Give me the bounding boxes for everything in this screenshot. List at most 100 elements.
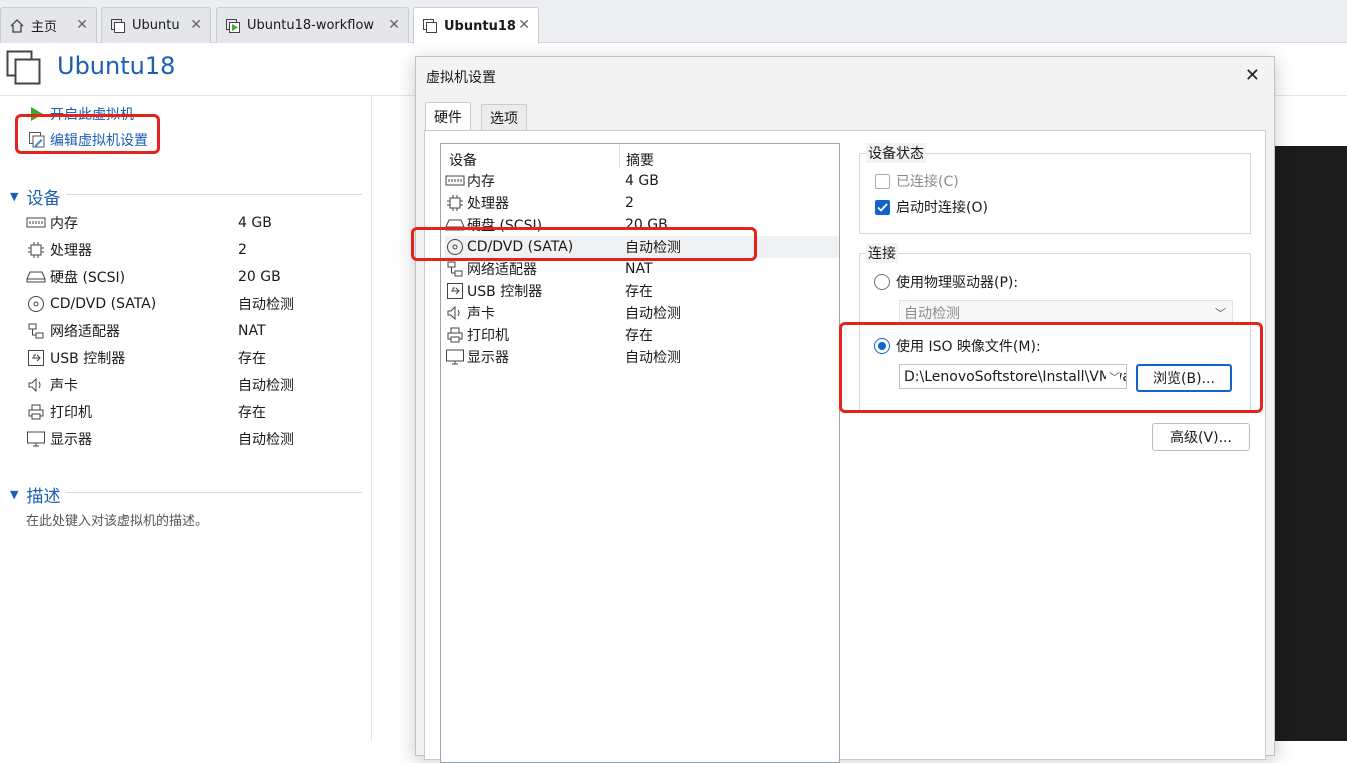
vm-settings-dialog: 虚拟机设置 ✕ 硬件 选项 设备 摘要 内存 4 GB 处理器 2 硬盘 (SC… (411, 56, 1275, 763)
device-row-sound[interactable]: 声卡 自动检测 (26, 371, 366, 398)
device-name: 网络适配器 (50, 323, 120, 340)
device-row-processor[interactable]: 处理器 2 (26, 236, 366, 263)
harddisk-icon (26, 268, 46, 286)
printer-icon (445, 326, 465, 344)
description-placeholder[interactable]: 在此处键入对该虚拟机的描述。 (26, 510, 208, 529)
hardware-row-sound[interactable]: 声卡 自动检测 (445, 302, 839, 324)
close-icon[interactable]: ✕ (1245, 65, 1260, 86)
column-divider (619, 144, 620, 168)
device-value: 2 (238, 241, 247, 258)
highlight-annotation (15, 114, 160, 154)
tab-bar: 主页 ✕ Ubuntu ✕ Ubuntu18-workflow ✕ Ubuntu… (0, 0, 1347, 44)
hardware-name: 网络适配器 (467, 262, 537, 278)
hardware-row-memory[interactable]: 内存 4 GB (445, 170, 839, 192)
monitor-icon (445, 348, 465, 366)
device-value: 自动检测 (238, 296, 294, 313)
hardware-summary: 存在 (625, 284, 653, 300)
device-value: 存在 (238, 404, 266, 421)
close-icon[interactable]: ✕ (76, 17, 88, 33)
device-value: 4 GB (238, 214, 272, 231)
tab-hardware[interactable]: 硬件 (425, 102, 471, 130)
device-value: 自动检测 (238, 377, 294, 394)
tab-ubuntu18-workflow[interactable]: Ubuntu18-workflow ✕ (216, 7, 409, 43)
description-section-header[interactable]: ▼ 描述 (10, 482, 60, 507)
collapse-icon: ▼ (10, 488, 19, 501)
collapse-icon: ▼ (10, 190, 19, 203)
hardware-row-network[interactable]: 网络适配器 NAT (445, 258, 839, 280)
hardware-summary: 4 GB (625, 173, 659, 189)
vm-running-icon (225, 18, 241, 34)
hardware-row-printer[interactable]: 打印机 存在 (445, 324, 839, 346)
dialog-title: 虚拟机设置 (426, 70, 496, 86)
highlight-annotation (411, 227, 757, 261)
chevron-down-icon: ﹀ (1215, 307, 1226, 320)
processor-icon (445, 194, 465, 212)
hardware-row-display[interactable]: 显示器 自动检测 (445, 346, 839, 368)
divider (66, 194, 362, 195)
checkmark-icon (875, 199, 890, 215)
close-icon[interactable]: ✕ (190, 17, 202, 33)
hardware-name: 内存 (467, 174, 495, 190)
device-status-group (859, 153, 1251, 234)
connected-checkbox[interactable]: 已连接(C) (875, 171, 959, 191)
device-name: 硬盘 (SCSI) (50, 269, 126, 286)
hardware-name: 显示器 (467, 350, 509, 366)
radio-circle (874, 274, 890, 290)
tab-home[interactable]: 主页 ✕ (0, 7, 97, 43)
device-name: 内存 (50, 215, 78, 232)
device-value: 自动检测 (238, 431, 294, 448)
highlight-annotation (839, 322, 1263, 413)
connect-at-power-on-label: 启动时连接(O) (896, 200, 988, 216)
device-row-memory[interactable]: 内存 4 GB (26, 209, 366, 236)
device-row-usb[interactable]: USB 控制器 存在 (26, 344, 366, 371)
device-value: NAT (238, 322, 266, 339)
tab-ubuntu18[interactable]: Ubuntu18 ✕ (413, 7, 539, 44)
hardware-summary: 存在 (625, 328, 653, 344)
checkbox-box (875, 173, 890, 189)
use-physical-drive-radio[interactable]: 使用物理驱动器(P): (874, 272, 1018, 292)
processor-icon (26, 241, 46, 259)
device-name: CD/DVD (SATA) (50, 295, 157, 312)
device-name: 声卡 (50, 377, 78, 394)
close-icon[interactable]: ✕ (388, 17, 400, 33)
memory-icon (445, 172, 465, 190)
home-icon (9, 18, 25, 34)
hardware-row-usb[interactable]: USB 控制器 存在 (445, 280, 839, 302)
column-header-device[interactable]: 设备 (449, 150, 477, 170)
hardware-name: 处理器 (467, 196, 509, 212)
hardware-name: 声卡 (467, 306, 495, 322)
tab-ubuntu[interactable]: Ubuntu ✕ (101, 7, 211, 43)
device-row-cddvd[interactable]: CD/DVD (SATA) 自动检测 (26, 290, 366, 317)
hardware-summary: 自动检测 (625, 306, 681, 322)
tab-label: Ubuntu18 (444, 18, 516, 34)
network-icon (26, 322, 46, 340)
close-icon[interactable]: ✕ (518, 17, 530, 33)
device-row-display[interactable]: 显示器 自动检测 (26, 425, 366, 452)
advanced-button[interactable]: 高级(V)... (1152, 423, 1250, 451)
tab-options[interactable]: 选项 (481, 104, 527, 130)
hardware-summary: 自动检测 (625, 350, 681, 366)
connection-title: 连接 (866, 243, 898, 263)
device-row-network[interactable]: 网络适配器 NAT (26, 317, 366, 344)
speaker-icon (26, 376, 46, 394)
device-value: 20 GB (238, 268, 281, 285)
connect-at-power-on-checkbox[interactable]: 启动时连接(O) (875, 197, 988, 217)
tab-label: Ubuntu (132, 18, 180, 33)
network-icon (445, 260, 465, 278)
usb-icon (26, 349, 46, 367)
column-header-summary[interactable]: 摘要 (626, 150, 654, 170)
device-value: 存在 (238, 350, 266, 367)
device-row-harddisk[interactable]: 硬盘 (SCSI) 20 GB (26, 263, 366, 290)
vm-console-preview (1274, 146, 1347, 741)
printer-icon (26, 403, 46, 421)
hardware-summary: NAT (625, 261, 653, 277)
speaker-icon (445, 304, 465, 322)
hardware-row-processor[interactable]: 处理器 2 (445, 192, 839, 214)
vm-logo-icon (6, 50, 42, 86)
usb-icon (445, 282, 465, 300)
cd-icon (26, 295, 46, 313)
device-row-printer[interactable]: 打印机 存在 (26, 398, 366, 425)
vm-title: Ubuntu18 (57, 52, 176, 80)
devices-section-header[interactable]: ▼ 设备 (10, 184, 60, 209)
vm-summary-pane: 开启此虚拟机 编辑虚拟机设置 ▼ 设备 内存 4 GB 处理器 2 硬盘 (SC… (0, 96, 372, 741)
